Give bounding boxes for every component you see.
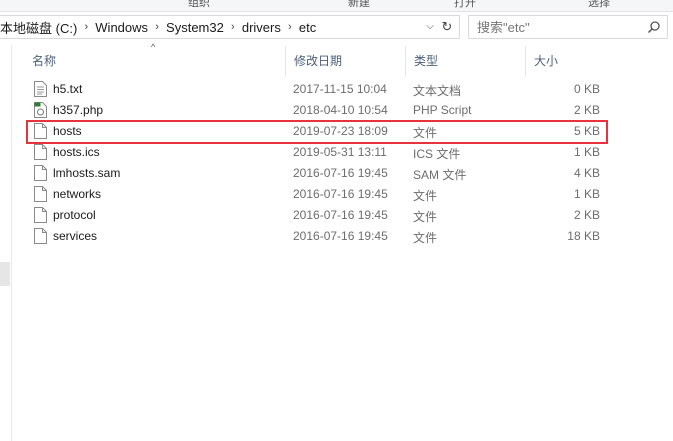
breadcrumb-separator[interactable]: › bbox=[281, 21, 299, 33]
file-date: 2016-07-16 19:45 bbox=[293, 166, 388, 180]
search-box[interactable] bbox=[468, 15, 668, 39]
breadcrumb-separator[interactable]: › bbox=[224, 21, 242, 33]
file-row-networks[interactable]: networks 2016-07-16 19:45 文件 1 KB bbox=[24, 184, 604, 205]
php-file-icon bbox=[34, 102, 47, 118]
breadcrumb-drivers[interactable]: drivers bbox=[242, 20, 281, 35]
file-icon bbox=[34, 144, 47, 160]
file-size: 18 KB bbox=[567, 229, 600, 243]
file-name: networks bbox=[53, 187, 102, 201]
file-date: 2016-07-16 19:45 bbox=[293, 187, 388, 201]
navigation-pane-edge bbox=[11, 45, 12, 441]
column-header-row: ^ 名称 修改日期 类型 大小 bbox=[24, 42, 644, 76]
file-list: h5.txt 2017-11-15 10:04 文本文档 0 KB h357.p… bbox=[24, 79, 644, 247]
ribbon-group-new[interactable]: 新建 bbox=[348, 0, 370, 10]
file-type: PHP Script bbox=[413, 103, 472, 117]
file-name: hosts.ics bbox=[53, 145, 100, 159]
text-file-icon bbox=[34, 81, 47, 97]
breadcrumb-separator[interactable]: › bbox=[77, 21, 95, 33]
file-date: 2019-05-31 13:11 bbox=[293, 145, 387, 159]
breadcrumb-drive[interactable]: 本地磁盘 (C:) bbox=[0, 18, 77, 37]
file-date: 2016-07-16 19:45 bbox=[293, 229, 388, 243]
navigation-pane-scrollbar[interactable] bbox=[0, 262, 10, 286]
breadcrumb-etc[interactable]: etc bbox=[299, 20, 316, 35]
refresh-icon[interactable]: ↻ bbox=[439, 19, 455, 35]
file-size: 0 KB bbox=[573, 82, 600, 96]
file-size: 2 KB bbox=[573, 208, 600, 222]
ribbon-group-open[interactable]: 打开 bbox=[454, 0, 476, 10]
file-date: 2018-04-10 10:54 bbox=[293, 103, 388, 117]
file-size: 1 KB bbox=[573, 145, 600, 159]
column-header-name[interactable]: 名称 bbox=[24, 46, 285, 76]
breadcrumb-separator[interactable]: › bbox=[148, 21, 166, 33]
file-icon bbox=[34, 165, 47, 181]
address-bar[interactable]: 本地磁盘 (C:) › Windows › System32 › drivers… bbox=[0, 15, 460, 39]
file-name: protocol bbox=[53, 208, 96, 222]
file-date: 2017-11-15 10:04 bbox=[293, 82, 387, 96]
search-input[interactable] bbox=[477, 19, 637, 35]
file-name: h5.txt bbox=[53, 82, 83, 96]
file-icon bbox=[34, 228, 47, 244]
file-type: 文件 bbox=[413, 210, 438, 224]
ribbon-group-select[interactable]: 选择 bbox=[588, 0, 610, 10]
column-header-type[interactable]: 类型 bbox=[405, 46, 525, 76]
file-icon bbox=[34, 207, 47, 223]
search-icon[interactable] bbox=[647, 20, 661, 34]
file-row-protocol[interactable]: protocol 2016-07-16 19:45 文件 2 KB bbox=[24, 205, 604, 226]
ribbon-group-organize[interactable]: 组织 bbox=[188, 0, 210, 10]
breadcrumb-system32[interactable]: System32 bbox=[166, 20, 224, 35]
file-row-lmhosts-sam[interactable]: lmhosts.sam 2016-07-16 19:45 SAM 文件 4 KB bbox=[24, 163, 604, 184]
file-row-services[interactable]: services 2016-07-16 19:45 文件 18 KB bbox=[24, 226, 604, 247]
file-row-h5-txt[interactable]: h5.txt 2017-11-15 10:04 文本文档 0 KB bbox=[24, 79, 604, 100]
ribbon-strip: 组织 新建 打开 选择 bbox=[0, 0, 673, 12]
file-type: SAM 文件 bbox=[413, 168, 467, 182]
file-type: 文件 bbox=[413, 189, 438, 203]
breadcrumb-windows[interactable]: Windows bbox=[95, 20, 148, 35]
file-date: 2016-07-16 19:45 bbox=[293, 208, 388, 222]
file-icon bbox=[34, 186, 47, 202]
file-type: 文本文档 bbox=[413, 84, 462, 98]
column-header-date[interactable]: 修改日期 bbox=[285, 46, 405, 76]
file-size: 1 KB bbox=[573, 187, 600, 201]
file-type: ICS 文件 bbox=[413, 147, 461, 161]
file-name: services bbox=[53, 229, 98, 243]
highlight-box bbox=[26, 120, 608, 144]
file-row-hosts-ics[interactable]: hosts.ics 2019-05-31 13:11 ICS 文件 1 KB bbox=[24, 142, 604, 163]
file-type: 文件 bbox=[413, 231, 438, 245]
address-dropdown-icon[interactable]: ⌵ bbox=[423, 20, 437, 34]
file-name: h357.php bbox=[53, 103, 104, 117]
file-name: lmhosts.sam bbox=[53, 166, 121, 180]
column-header-size[interactable]: 大小 bbox=[525, 46, 605, 76]
file-size: 2 KB bbox=[573, 103, 600, 117]
file-row-h357-php[interactable]: h357.php 2018-04-10 10:54 PHP Script 2 K… bbox=[24, 100, 604, 121]
file-size: 4 KB bbox=[573, 166, 600, 180]
